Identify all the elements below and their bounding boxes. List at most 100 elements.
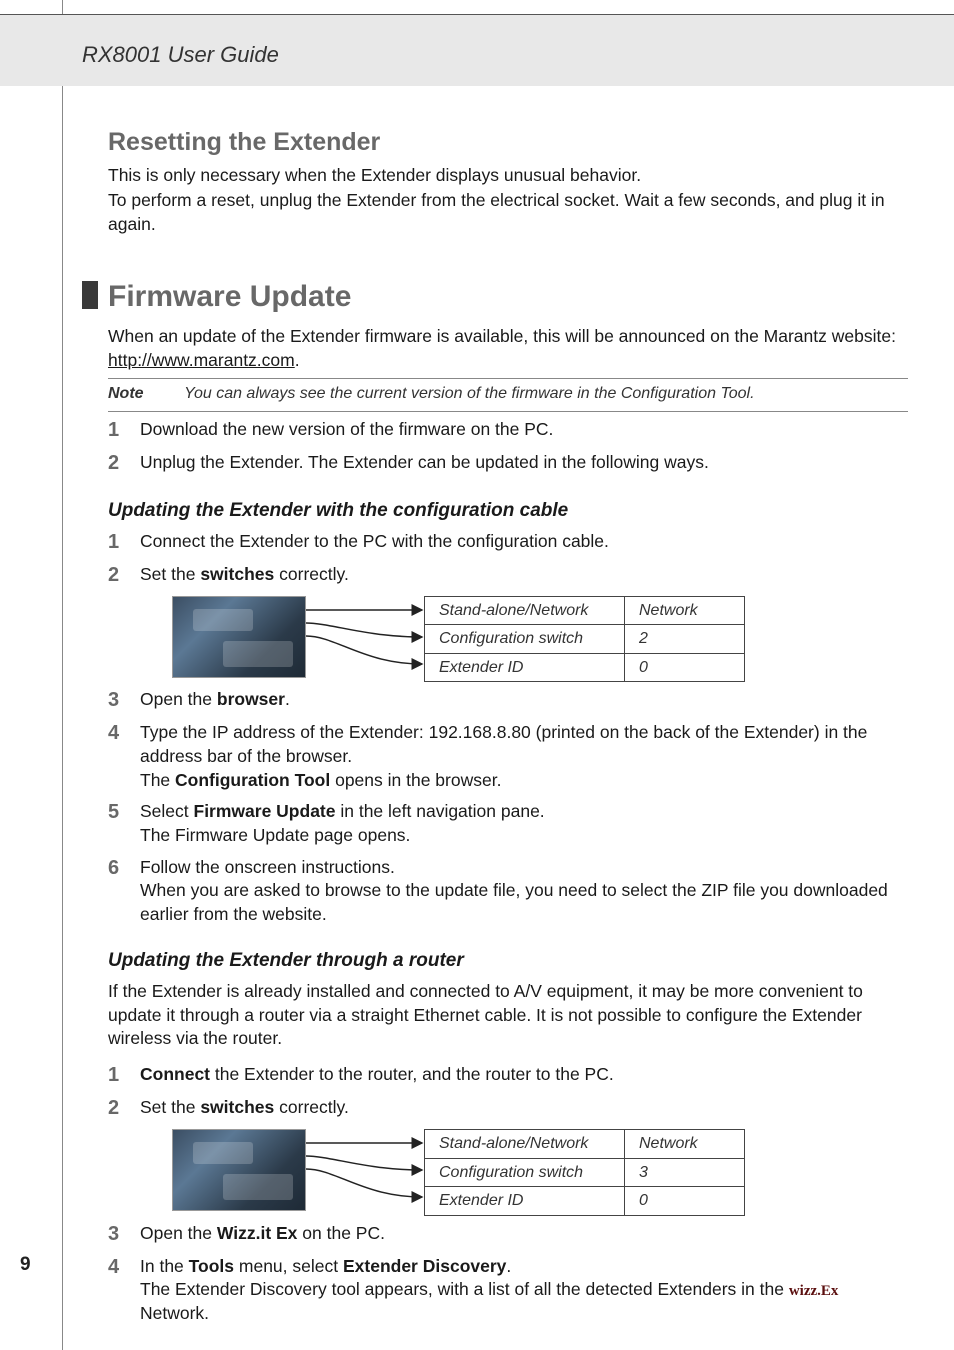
step-number: 2 xyxy=(108,451,124,476)
resetting-p1: This is only necessary when the Extender… xyxy=(108,164,908,188)
firmware-intro-pre: When an update of the Extender firmware … xyxy=(108,326,896,346)
cable-diagram: Stand-alone/Network Network Configuratio… xyxy=(172,596,908,683)
t-bold: Extender Discovery xyxy=(343,1256,506,1276)
arrows-icon xyxy=(306,596,424,678)
step-body: Unplug the Extender. The Extender can be… xyxy=(140,451,908,475)
t-bold: browser xyxy=(217,689,285,709)
t: Set the xyxy=(140,1097,200,1117)
cable-step-6: 6 Follow the onscreen instructions. When… xyxy=(108,856,908,927)
step-number: 2 xyxy=(108,1096,124,1121)
t: . xyxy=(506,1256,511,1276)
cable-step-3: 3 Open the browser. xyxy=(108,688,908,713)
arrows-icon xyxy=(306,1129,424,1211)
table-row: Configuration switch 3 xyxy=(425,1158,745,1187)
firmware-note: Note You can always see the current vers… xyxy=(108,383,908,405)
step-number: 6 xyxy=(108,856,124,881)
extender-thumbnail xyxy=(172,1129,306,1211)
t: the Extender to the router, and the rout… xyxy=(210,1064,614,1084)
resetting-heading: Resetting the Extender xyxy=(108,126,908,160)
t-bold: Connect xyxy=(140,1064,210,1084)
step-body: Type the IP address of the Extender: 192… xyxy=(140,721,908,792)
cable-step-2: 2 Set the switches correctly. xyxy=(108,563,908,588)
t: Set the xyxy=(140,564,200,584)
t: The xyxy=(140,770,175,790)
step-body: Connect the Extender to the PC with the … xyxy=(140,530,908,554)
firmware-heading: Firmware Update xyxy=(108,277,908,318)
router-switch-table: Stand-alone/Network Network Configuratio… xyxy=(424,1129,745,1216)
router-step-2: 2 Set the switches correctly. xyxy=(108,1096,908,1121)
step-body: Connect the Extender to the router, and … xyxy=(140,1063,908,1087)
router-heading: Updating the Extender through a router xyxy=(108,948,908,974)
firmware-intro-link[interactable]: http://www.marantz.com xyxy=(108,350,295,370)
cable-step-4: 4 Type the IP address of the Extender: 1… xyxy=(108,721,908,792)
t: In the xyxy=(140,1256,189,1276)
table-row: Extender ID 0 xyxy=(425,1187,745,1216)
section-marker xyxy=(82,281,98,309)
t: on the PC. xyxy=(297,1223,385,1243)
t: Open the xyxy=(140,1223,217,1243)
cable-step-5: 5 Select Firmware Update in the left nav… xyxy=(108,800,908,847)
page-number: 9 xyxy=(20,1254,31,1276)
resetting-p2: To perform a reset, unplug the Extender … xyxy=(108,189,908,236)
step-number: 4 xyxy=(108,721,124,746)
divider xyxy=(108,378,908,379)
wizz-ex-logo: wizz.Ex xyxy=(789,1283,839,1299)
t: Type the IP address of the Extender: 192… xyxy=(140,722,867,766)
t: The Extender Discovery tool appears, wit… xyxy=(140,1279,789,1299)
t: menu, select xyxy=(234,1256,343,1276)
t: . xyxy=(285,689,290,709)
router-intro: If the Extender is already installed and… xyxy=(108,980,908,1051)
step-number: 5 xyxy=(108,800,124,825)
t-bold: Firmware Update xyxy=(194,801,336,821)
step-body: Set the switches correctly. xyxy=(140,1096,908,1120)
cell-val: Network xyxy=(625,1129,745,1158)
step-number: 1 xyxy=(108,1063,124,1088)
cable-heading: Updating the Extender with the configura… xyxy=(108,498,908,524)
arrow-connectors xyxy=(306,596,424,683)
table-row: Stand-alone/Network Network xyxy=(425,596,745,625)
router-step-1: 1 Connect the Extender to the router, an… xyxy=(108,1063,908,1088)
cell-key: Extender ID xyxy=(425,1187,625,1216)
step-body: Download the new version of the firmware… xyxy=(140,418,908,442)
page-content: Resetting the Extender This is only nece… xyxy=(108,100,908,1334)
step-number: 1 xyxy=(108,418,124,443)
cell-key: Stand-alone/Network xyxy=(425,596,625,625)
cell-key: Extender ID xyxy=(425,653,625,682)
arrow-connectors xyxy=(306,1129,424,1216)
t: in the left navigation pane. xyxy=(335,801,544,821)
step-body: In the Tools menu, select Extender Disco… xyxy=(140,1255,908,1326)
step-number: 1 xyxy=(108,530,124,555)
t: correctly. xyxy=(274,564,349,584)
table-row: Extender ID 0 xyxy=(425,653,745,682)
cell-val: 0 xyxy=(625,1187,745,1216)
t: The Firmware Update page opens. xyxy=(140,825,410,845)
cable-step-1: 1 Connect the Extender to the PC with th… xyxy=(108,530,908,555)
step-body: Open the browser. xyxy=(140,688,908,712)
step-number: 3 xyxy=(108,688,124,713)
t: opens in the browser. xyxy=(330,770,501,790)
step-body: Open the Wizz.it Ex on the PC. xyxy=(140,1222,908,1246)
step-number: 4 xyxy=(108,1255,124,1280)
t: Select xyxy=(140,801,194,821)
t-bold: switches xyxy=(200,1097,274,1117)
cell-val: Network xyxy=(625,596,745,625)
cell-val: 0 xyxy=(625,653,745,682)
fw-step-1: 1 Download the new version of the firmwa… xyxy=(108,418,908,443)
cell-key: Stand-alone/Network xyxy=(425,1129,625,1158)
t-bold: Configuration Tool xyxy=(175,770,330,790)
guide-title: RX8001 User Guide xyxy=(82,42,279,68)
fw-step-2: 2 Unplug the Extender. The Extender can … xyxy=(108,451,908,476)
vertical-rule xyxy=(62,0,63,1350)
note-label: Note xyxy=(108,383,180,405)
step-body: Set the switches correctly. xyxy=(140,563,908,587)
cell-key: Configuration switch xyxy=(425,1158,625,1187)
router-step-3: 3 Open the Wizz.it Ex on the PC. xyxy=(108,1222,908,1247)
step-number: 3 xyxy=(108,1222,124,1247)
cell-val: 3 xyxy=(625,1158,745,1187)
t: When you are asked to browse to the upda… xyxy=(140,880,888,924)
table-row: Configuration switch 2 xyxy=(425,625,745,654)
t-bold: Tools xyxy=(189,1256,234,1276)
cell-key: Configuration switch xyxy=(425,625,625,654)
step-body: Select Firmware Update in the left navig… xyxy=(140,800,908,847)
cable-switch-table: Stand-alone/Network Network Configuratio… xyxy=(424,596,745,683)
